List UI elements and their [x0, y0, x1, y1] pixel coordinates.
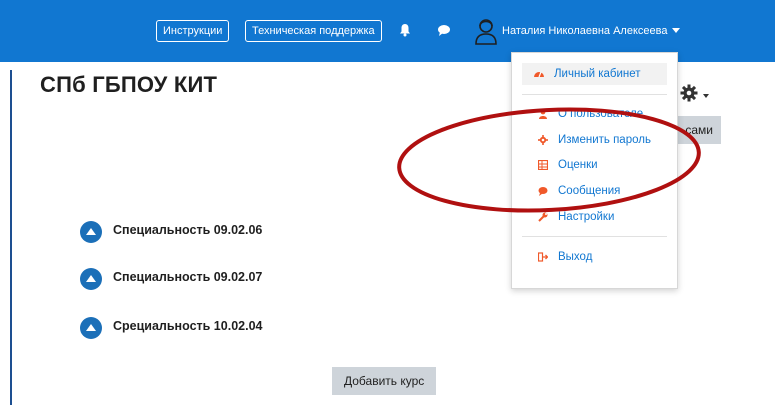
menu-item-label: Оценки [558, 159, 598, 171]
user-icon [539, 109, 547, 119]
menu-item-label: О пользователе [558, 108, 644, 120]
category-label[interactable]: Срециальность 10.02.04 [113, 319, 262, 333]
chat-icon [538, 187, 548, 196]
expand-category-icon[interactable] [79, 220, 103, 244]
menu-item-label: Выход [558, 251, 593, 263]
cog-icon [538, 135, 548, 145]
expand-category-icon[interactable] [79, 267, 103, 291]
gear-icon[interactable] [680, 84, 698, 102]
left-border-divider [10, 70, 12, 405]
logout-icon [538, 252, 548, 262]
gear-menu-chevron-icon[interactable] [703, 94, 709, 98]
chevron-down-icon[interactable] [672, 28, 680, 33]
menu-item-dashboard[interactable]: Личный кабинет [522, 63, 667, 85]
instructions-button[interactable]: Инструкции [156, 20, 230, 42]
table-icon [538, 160, 548, 170]
category-label[interactable]: Специальность 09.02.06 [113, 223, 262, 237]
user-avatar-icon[interactable] [474, 17, 498, 45]
menu-item-label: Сообщения [558, 185, 621, 197]
menu-item-label: Изменить пароль [558, 134, 651, 146]
notification-bell-icon[interactable] [397, 22, 413, 38]
expand-category-icon[interactable] [79, 316, 103, 340]
menu-item-label: Личный кабинет [554, 68, 641, 80]
dashboard-icon [534, 71, 544, 78]
messages-chat-icon[interactable] [436, 22, 452, 38]
user-name-menu-toggle[interactable]: Наталия Николаевна Алексеева [502, 25, 667, 37]
menu-divider [522, 94, 667, 95]
menu-divider [522, 236, 667, 237]
menu-item-label: Настройки [558, 211, 615, 223]
category-label[interactable]: Специальность 09.02.07 [113, 270, 262, 284]
support-button[interactable]: Техническая поддержка [245, 20, 382, 42]
page-title: СПб ГБПОУ КИТ [40, 72, 218, 97]
wrench-icon [538, 212, 548, 222]
add-course-button[interactable]: Добавить курс [332, 367, 437, 395]
user-dropdown-menu: Личный кабинет О пользователе Изменить п… [511, 52, 678, 289]
